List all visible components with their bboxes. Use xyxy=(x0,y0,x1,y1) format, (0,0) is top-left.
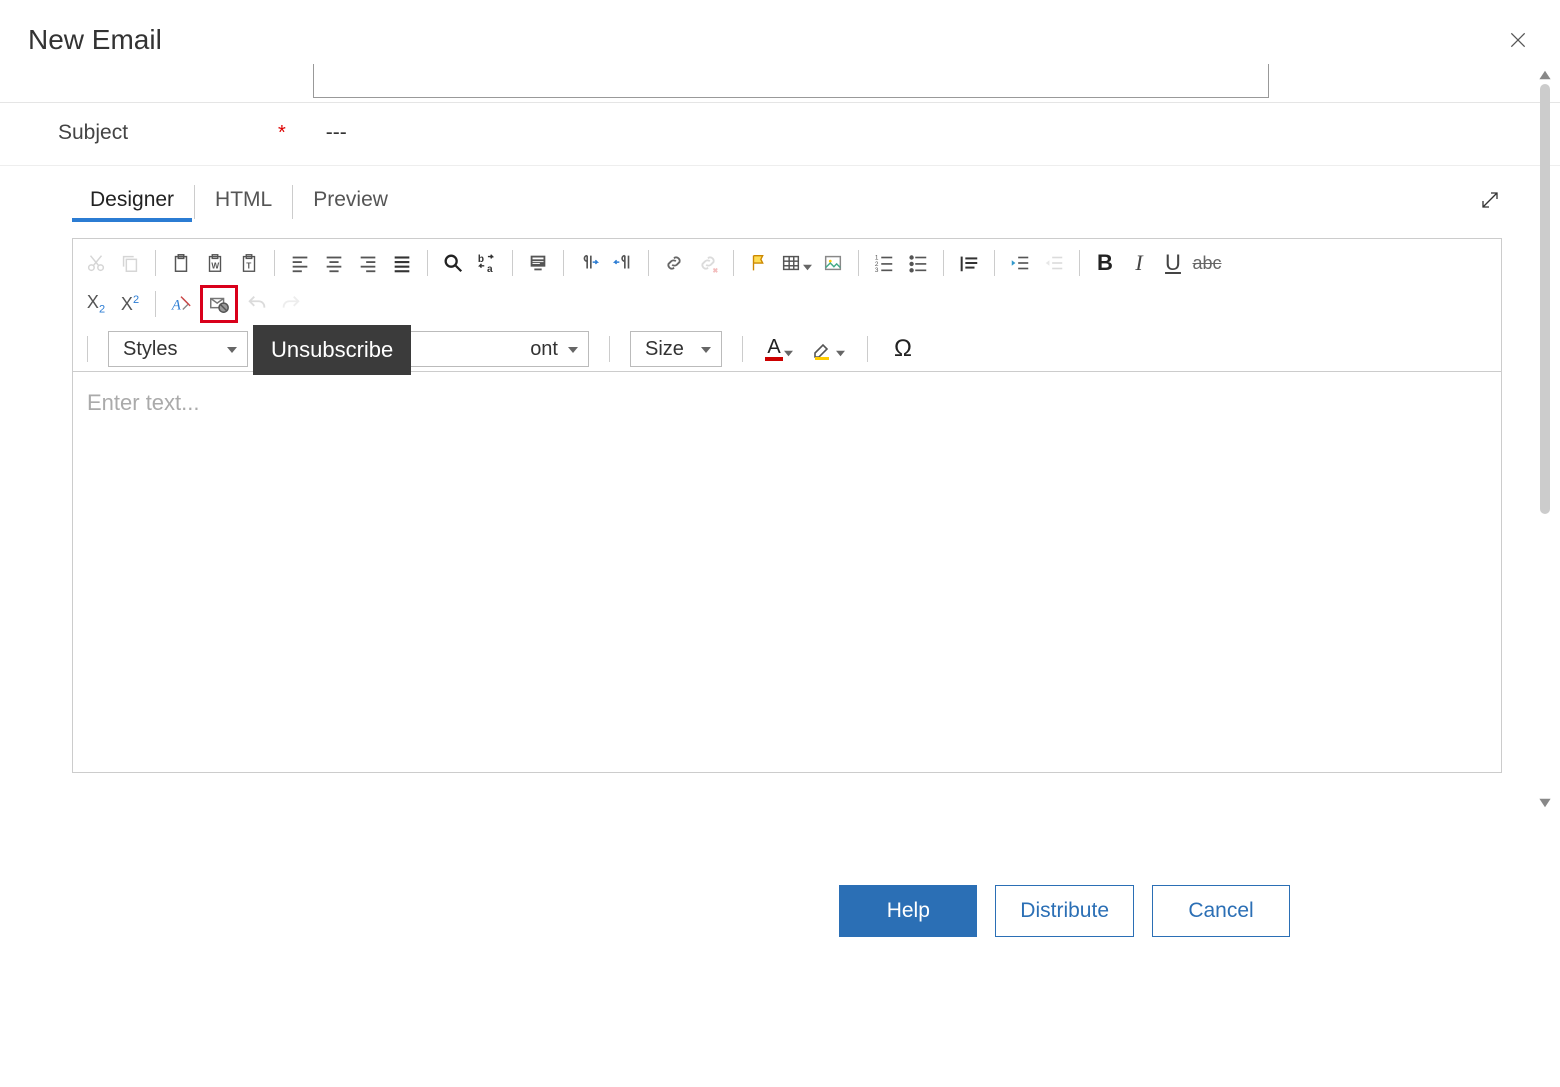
expand-icon[interactable] xyxy=(1478,188,1502,217)
svg-text:b: b xyxy=(478,254,484,265)
size-dropdown-label: Size xyxy=(645,338,684,361)
editor-container: W T ba 123 xyxy=(72,238,1502,773)
scroll-up-arrow[interactable] xyxy=(1538,68,1552,82)
tab-preview[interactable]: Preview xyxy=(295,182,406,222)
clear-format-icon[interactable]: A xyxy=(166,289,196,319)
copy-icon xyxy=(115,248,145,278)
partial-input-above[interactable] xyxy=(313,64,1269,98)
templates-icon[interactable] xyxy=(523,248,553,278)
subject-row: Subject * --- xyxy=(0,103,1560,166)
cut-icon xyxy=(81,248,111,278)
align-center-icon[interactable] xyxy=(319,248,349,278)
scrollbar[interactable] xyxy=(1540,84,1550,802)
styles-dropdown[interactable]: Styles xyxy=(108,331,248,367)
highlight-color-icon[interactable] xyxy=(809,334,847,364)
scroll-down-arrow[interactable] xyxy=(1538,796,1552,810)
align-right-icon[interactable] xyxy=(353,248,383,278)
close-button[interactable] xyxy=(1504,26,1532,54)
svg-text:W: W xyxy=(211,262,219,271)
link-icon[interactable] xyxy=(659,248,689,278)
svg-text:a: a xyxy=(487,264,493,274)
undo-icon xyxy=(242,289,272,319)
subscript-icon[interactable]: X2 xyxy=(81,289,111,319)
size-dropdown[interactable]: Size xyxy=(630,331,722,367)
scroll-thumb[interactable] xyxy=(1540,84,1550,514)
redo-icon xyxy=(276,289,306,319)
unsubscribe-tooltip: Unsubscribe xyxy=(253,325,411,375)
superscript-icon[interactable]: X2 xyxy=(115,289,145,319)
tab-separator xyxy=(194,185,195,219)
bold-icon[interactable]: B xyxy=(1090,248,1120,278)
paste-icon[interactable] xyxy=(166,248,196,278)
editor-body[interactable]: Enter text... xyxy=(73,372,1501,772)
tab-separator xyxy=(292,185,293,219)
numbered-list-icon[interactable]: 123 xyxy=(869,248,899,278)
distribute-button[interactable]: Distribute xyxy=(995,885,1134,937)
cancel-button[interactable]: Cancel xyxy=(1152,885,1290,937)
replace-icon[interactable]: ba xyxy=(472,248,502,278)
strikethrough-icon[interactable]: abc xyxy=(1192,248,1222,278)
flag-icon[interactable] xyxy=(744,248,774,278)
align-left-icon[interactable] xyxy=(285,248,315,278)
subject-value[interactable]: --- xyxy=(326,121,347,145)
underline-icon[interactable]: U xyxy=(1158,248,1188,278)
rtl-icon[interactable] xyxy=(608,248,638,278)
svg-text:T: T xyxy=(246,262,251,271)
ltr-icon[interactable] xyxy=(574,248,604,278)
special-char-icon[interactable]: Ω xyxy=(888,334,918,364)
unsubscribe-button-highlight xyxy=(200,285,238,323)
blockquote-icon[interactable] xyxy=(954,248,984,278)
styles-dropdown-label: Styles xyxy=(123,338,177,361)
tab-designer[interactable]: Designer xyxy=(72,182,192,222)
table-icon[interactable] xyxy=(778,248,814,278)
indent-icon[interactable] xyxy=(1005,248,1035,278)
find-icon[interactable] xyxy=(438,248,468,278)
editor-placeholder: Enter text... xyxy=(87,390,200,415)
tab-html[interactable]: HTML xyxy=(197,182,290,222)
subject-label: Subject xyxy=(58,121,278,145)
required-asterisk: * xyxy=(278,122,286,145)
outdent-icon xyxy=(1039,248,1069,278)
editor-toolbar: W T ba 123 xyxy=(73,239,1501,372)
help-button[interactable]: Help xyxy=(839,885,977,937)
svg-text:3: 3 xyxy=(875,267,879,274)
italic-icon[interactable]: I xyxy=(1124,248,1154,278)
paste-text-icon[interactable]: T xyxy=(234,248,264,278)
image-icon[interactable] xyxy=(818,248,848,278)
page-title: New Email xyxy=(28,24,162,56)
unsubscribe-icon[interactable] xyxy=(204,289,234,319)
unlink-icon xyxy=(693,248,723,278)
svg-text:A: A xyxy=(171,298,181,314)
text-color-icon[interactable]: A xyxy=(763,334,795,364)
bullet-list-icon[interactable] xyxy=(903,248,933,278)
paste-word-icon[interactable]: W xyxy=(200,248,230,278)
align-justify-icon[interactable] xyxy=(387,248,417,278)
